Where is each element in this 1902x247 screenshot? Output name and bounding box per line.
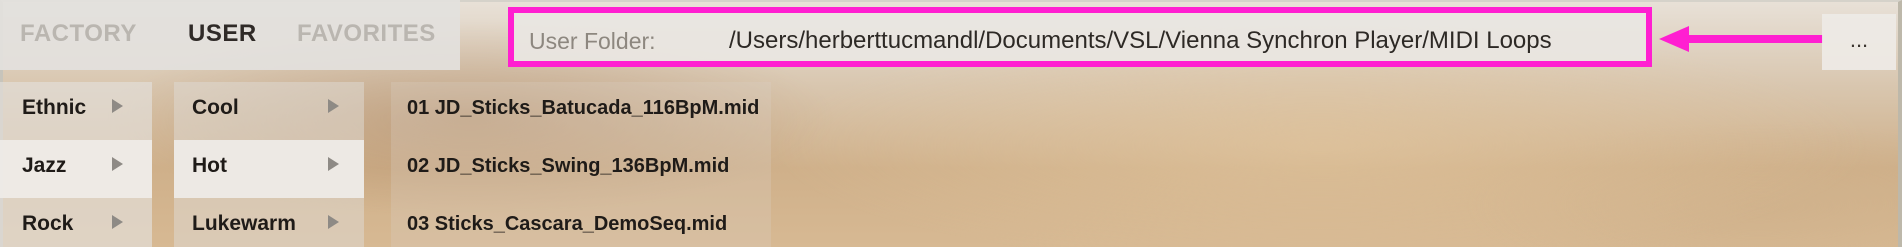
mood-item-label: Lukewarm <box>192 212 296 235</box>
category-item-label: Jazz <box>22 154 67 177</box>
chevron-right-icon <box>328 157 339 171</box>
tab-favorites[interactable]: FAVORITES <box>297 20 436 48</box>
tab-user[interactable]: USER <box>188 20 257 48</box>
user-folder-label: User Folder: <box>529 28 656 54</box>
user-folder-path[interactable]: /Users/herberttucmandl/Documents/VSL/Vie… <box>729 27 1639 55</box>
chevron-right-icon <box>112 157 123 171</box>
tab-factory[interactable]: FACTORY <box>20 20 137 48</box>
mood-item-cool[interactable]: Cool <box>174 82 364 140</box>
category-item-label: Ethnic <box>22 96 87 119</box>
midi-file-name: 03 Sticks_Cascara_DemoSeq.mid <box>407 213 728 235</box>
style-category-column: Ethnic Jazz Rock <box>0 82 152 247</box>
chevron-right-icon <box>112 99 123 113</box>
left-arrow-icon <box>1659 26 1823 52</box>
category-item-rock[interactable]: Rock <box>0 198 152 247</box>
midi-file-item[interactable]: 03 Sticks_Cascara_DemoSeq.mid <box>391 198 771 247</box>
mood-category-column: Cool Hot Lukewarm <box>174 82 364 247</box>
user-folder-path-field[interactable]: User Folder: /Users/herberttucmandl/Docu… <box>508 7 1652 67</box>
chevron-right-icon <box>112 215 123 229</box>
midi-file-name: 02 JD_Sticks_Swing_136BpM.mid <box>407 155 730 177</box>
category-item-ethnic[interactable]: Ethnic <box>0 82 152 140</box>
category-item-jazz[interactable]: Jazz <box>0 140 152 198</box>
library-tabs: FACTORY USER FAVORITES <box>0 0 460 70</box>
mood-item-lukewarm[interactable]: Lukewarm <box>174 198 364 247</box>
midi-file-name: 01 JD_Sticks_Batucada_116BpM.mid <box>407 97 760 119</box>
chevron-right-icon <box>328 215 339 229</box>
mood-item-hot[interactable]: Hot <box>174 140 364 198</box>
midi-file-item[interactable]: 02 JD_Sticks_Swing_136BpM.mid <box>391 140 771 198</box>
mood-item-label: Cool <box>192 96 239 119</box>
chevron-right-icon <box>328 99 339 113</box>
browse-folder-button[interactable]: ... <box>1822 14 1896 70</box>
mood-item-label: Hot <box>192 154 227 177</box>
category-item-label: Rock <box>22 212 74 235</box>
midi-file-column: 01 JD_Sticks_Batucada_116BpM.mid 02 JD_S… <box>391 82 771 247</box>
midi-file-item[interactable]: 01 JD_Sticks_Batucada_116BpM.mid <box>391 82 771 140</box>
